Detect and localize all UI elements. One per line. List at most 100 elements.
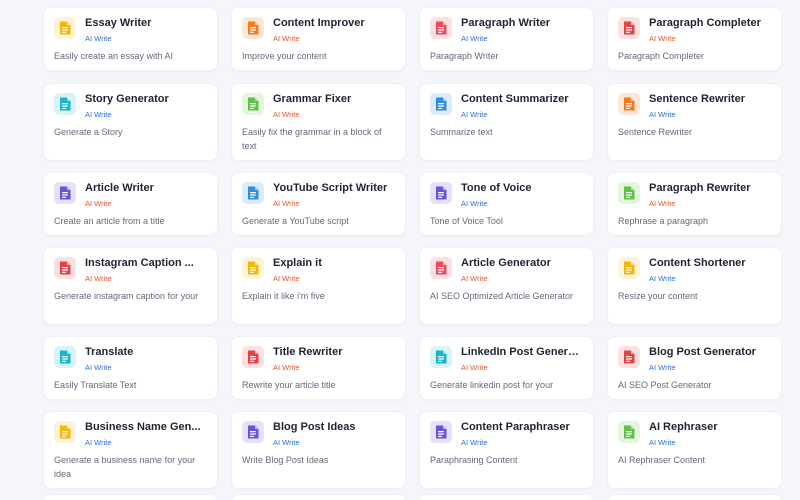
tool-badge: AI Write [461, 199, 488, 208]
tool-card-content-paraphraser[interactable]: Content Paraphraser AI Write Paraphrasing … [419, 411, 594, 489]
tool-badge: AI Write [461, 34, 488, 43]
document-icon [430, 182, 452, 204]
tool-title: Title Rewriter [273, 346, 343, 358]
tool-card-paragraph-completer[interactable]: Paragraph Completer AI Write Paragraph Com… [607, 7, 782, 71]
document-icon [54, 421, 76, 443]
tool-title: Content Shortener [649, 257, 746, 269]
tool-badge: AI Write [273, 274, 300, 283]
tool-description: Paraphrasing Content [430, 455, 518, 465]
tool-description: Easily create an essay with AI [54, 51, 174, 61]
tool-card-youtube-script-writer[interactable]: YouTube Script Writer AI Write Generate a … [231, 172, 406, 236]
tool-card-business-name-gen[interactable]: Business Name Gen... AI Write Generate a b… [43, 411, 218, 489]
tool-description: Paragraph Completer [618, 51, 705, 61]
document-icon [242, 182, 264, 204]
tool-card-paragraph-writer[interactable]: Paragraph Writer AI Write Paragraph Writer [419, 7, 594, 71]
tool-description: Generate linkedin post for your [430, 380, 554, 390]
tool-card-blog-post-generator[interactable]: Blog Post Generator AI Write AI SEO Post G… [607, 336, 782, 400]
document-icon [54, 17, 76, 39]
tool-title: Article Generator [461, 257, 551, 269]
tool-badge: AI Write [649, 363, 676, 372]
tool-description: Rewrite your article title [242, 380, 336, 390]
tool-title: Story Generator [85, 93, 169, 105]
document-icon [618, 182, 640, 204]
tool-badge: AI Write [273, 363, 300, 372]
tool-title: Content Summarizer [461, 93, 569, 105]
tool-card-content-shortener[interactable]: Content Shortener AI Write Resize your con… [607, 247, 782, 325]
tool-badge: AI Write [85, 110, 112, 119]
document-icon [430, 257, 452, 279]
tool-card-tone-of-voice[interactable]: Tone of Voice AI Write Tone of Voice Tool [419, 172, 594, 236]
tool-title: YouTube Script Writer [273, 182, 388, 194]
tool-card-blog-post-ideas[interactable]: Blog Post Ideas AI Write Write Blog Post I… [231, 411, 406, 489]
tool-card-paragraph-rewriter[interactable]: Paragraph Rewriter AI Write Rephrase a par… [607, 172, 782, 236]
tool-card-article-writer[interactable]: Article Writer AI Write Create an article … [43, 172, 218, 236]
tool-badge: AI Write [649, 110, 676, 119]
tool-title: Paragraph Completer [649, 17, 761, 29]
tool-badge: AI Write [85, 363, 112, 372]
tool-badge: AI Write [461, 438, 488, 447]
tool-description: Summarize text [430, 127, 493, 137]
tool-title: Paragraph Rewriter [649, 182, 751, 194]
tool-card-translate[interactable]: Translate AI Write Easily Translate Text [43, 336, 218, 400]
tool-title: Translate [85, 346, 134, 358]
tool-description: Generate instagram caption for your [54, 291, 199, 301]
tool-title: Explain it [273, 257, 322, 269]
tool-description: Generate a YouTube script [242, 216, 349, 226]
tool-card-content-summarizer[interactable]: Content Summarizer AI Write Summarize text [419, 83, 594, 161]
tool-badge: AI Write [649, 199, 676, 208]
document-icon [54, 182, 76, 204]
document-icon [242, 421, 264, 443]
tool-badge: AI Write [649, 34, 676, 43]
tool-card-grammar-fixer[interactable]: Grammar Fixer AI Write Easily fix the gram… [231, 83, 406, 161]
tool-badge: AI Write [85, 274, 112, 283]
tool-description: Rephrase a paragraph [618, 216, 709, 226]
tool-title: Article Writer [85, 182, 154, 194]
tool-title: Blog Post Ideas [273, 421, 356, 433]
tool-title: Essay Writer [85, 17, 152, 29]
tool-badge: AI Write [85, 34, 112, 43]
tool-card-sentence-rewriter[interactable]: Sentence Rewriter AI Write Sentence Rewrit… [607, 83, 782, 161]
document-icon [54, 346, 76, 368]
tool-badge: AI Write [85, 438, 112, 447]
tool-card-ai-rephraser[interactable]: AI Rephraser AI Write AI Rephraser Content [607, 411, 782, 489]
tool-card-partial[interactable] [231, 494, 406, 500]
tool-title: AI Rephraser [649, 421, 718, 433]
document-icon [618, 257, 640, 279]
tool-description: Improve your content [242, 51, 327, 61]
document-icon [242, 257, 264, 279]
tool-badge: AI Write [461, 110, 488, 119]
tool-title: Paragraph Writer [461, 17, 551, 29]
document-icon [618, 346, 640, 368]
document-icon [618, 17, 640, 39]
tool-badge: AI Write [85, 199, 112, 208]
tool-description: AI SEO Optimized Article Generator [430, 291, 574, 301]
tool-card-story-generator[interactable]: Story Generator AI Write Generate a Story [43, 83, 218, 161]
document-icon [430, 93, 452, 115]
tool-card-essay-writer[interactable]: Essay Writer AI Write Easily create an ess… [43, 7, 218, 71]
tool-title: Content Paraphraser [461, 421, 570, 433]
tool-description: Write Blog Post Ideas [242, 455, 329, 465]
tool-badge: AI Write [273, 438, 300, 447]
tool-description: Easily Translate Text [54, 380, 137, 390]
tool-card-title-rewriter[interactable]: Title Rewriter AI Write Rewrite your artic… [231, 336, 406, 400]
tool-description: AI SEO Post Generator [618, 380, 712, 390]
tool-description: Sentence Rewriter [618, 127, 693, 137]
tool-card-article-generator[interactable]: Article Generator AI Write AI SEO Optimize… [419, 247, 594, 325]
tool-card-partial[interactable] [43, 494, 218, 500]
tool-description: AI Rephraser Content [618, 455, 706, 465]
tool-card-partial[interactable] [419, 494, 594, 500]
tool-card-instagram-caption[interactable]: Instagram Caption ... AI Write Generate in… [43, 247, 218, 325]
tool-title: Grammar Fixer [273, 93, 352, 105]
document-icon [242, 346, 264, 368]
tool-title: Sentence Rewriter [649, 93, 745, 105]
document-icon [430, 17, 452, 39]
tool-badge: AI Write [461, 363, 488, 372]
tool-card-partial[interactable] [607, 494, 782, 500]
tool-description: Paragraph Writer [430, 51, 499, 61]
tool-badge: AI Write [649, 274, 676, 283]
tool-title: LinkedIn Post Genera... [461, 346, 583, 358]
tool-description: Explain it like i'm five [242, 291, 325, 301]
tool-card-explain-it[interactable]: Explain it AI Write Explain it like i'm fi… [231, 247, 406, 325]
tool-card-content-improver[interactable]: Content Improver AI Write Improve your con… [231, 7, 406, 71]
tool-card-linkedin-post-genera[interactable]: LinkedIn Post Genera... AI Write Generate … [419, 336, 594, 400]
